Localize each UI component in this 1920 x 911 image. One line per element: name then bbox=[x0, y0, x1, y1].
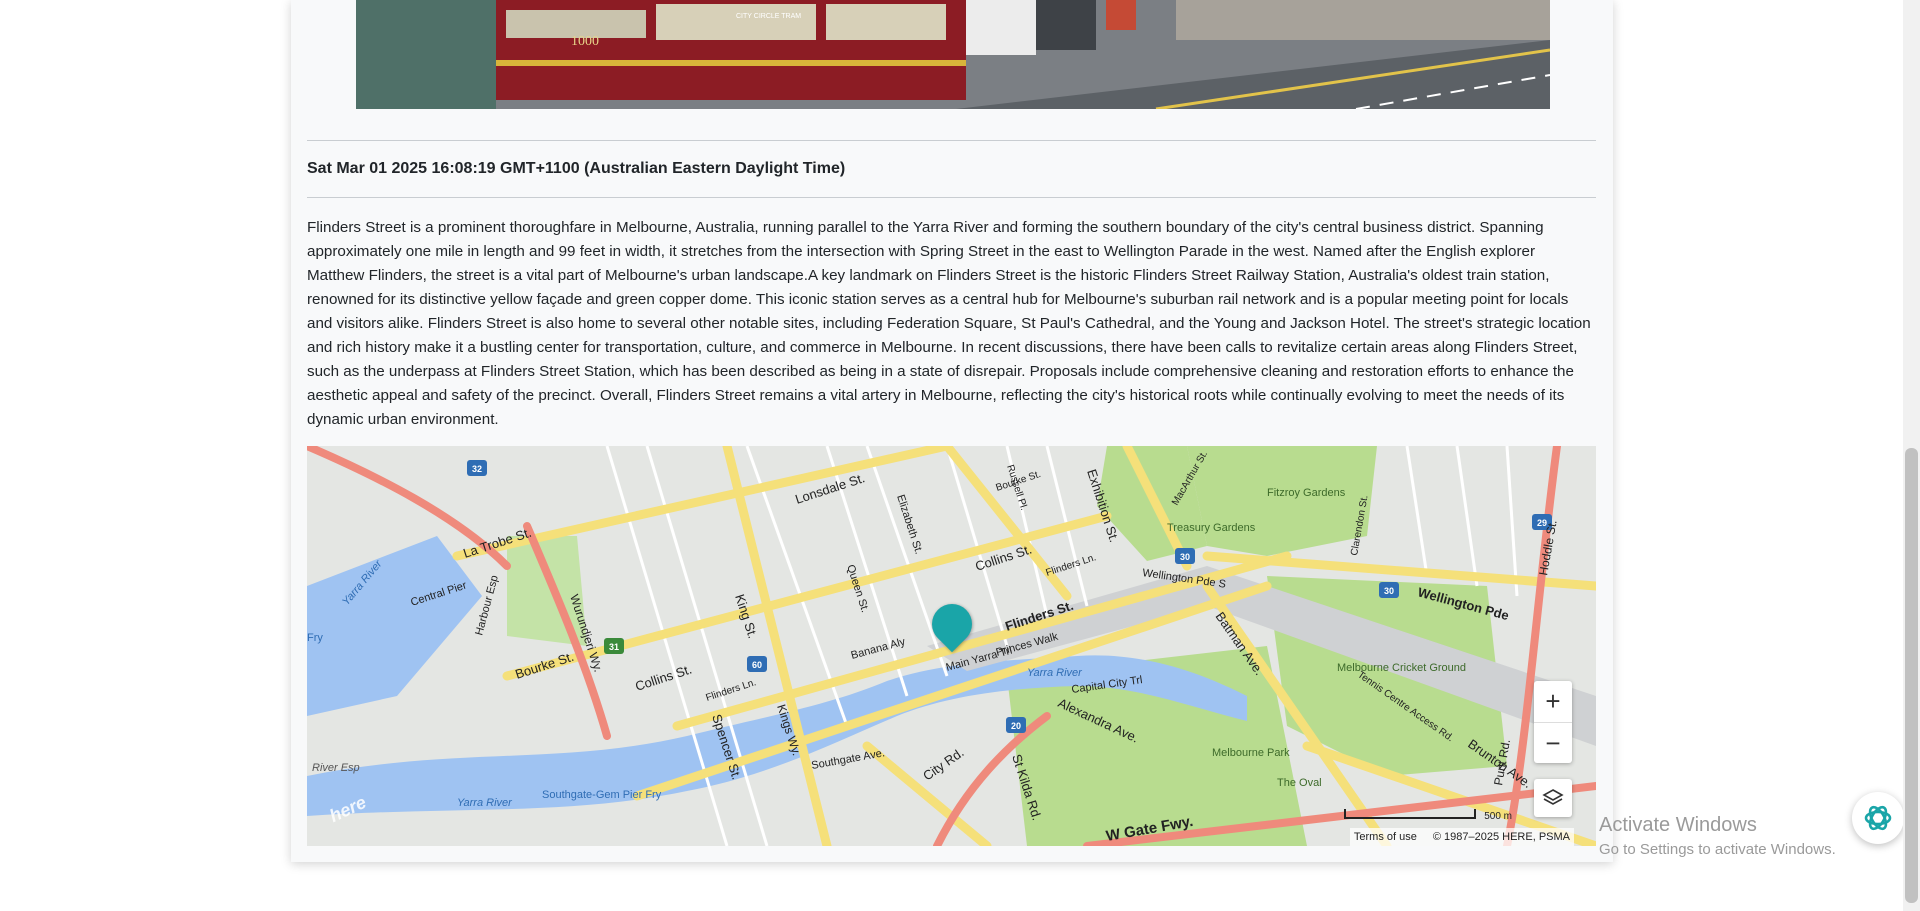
watermark-subtitle: Go to Settings to activate Windows. bbox=[1599, 841, 1836, 858]
svg-text:20: 20 bbox=[1011, 721, 1021, 731]
watermark-title: Activate Windows bbox=[1599, 814, 1757, 836]
terms-of-use-link[interactable]: Terms of use bbox=[1354, 831, 1417, 843]
content-card: 1000 CITY CIRCLE TRAM Sat Mar 01 2025 16… bbox=[291, 0, 1613, 862]
svg-text:Fitzroy Gardens: Fitzroy Gardens bbox=[1267, 487, 1346, 499]
layers-icon bbox=[1542, 789, 1564, 805]
svg-text:The Oval: The Oval bbox=[1277, 777, 1322, 789]
activate-windows-watermark: Activate Windows Go to Settings to activ… bbox=[1599, 814, 1836, 858]
label-fry: Fry bbox=[307, 632, 323, 644]
fitzroy-gardens-area bbox=[1187, 446, 1377, 556]
assistant-button[interactable] bbox=[1852, 792, 1904, 844]
map-attribution: Terms of use © 1987–2025 HERE, PSMA bbox=[1349, 828, 1574, 846]
docklands-park bbox=[507, 536, 587, 646]
zoom-out-button[interactable]: − bbox=[1534, 722, 1572, 764]
copyright-text: © 1987–2025 HERE, PSMA bbox=[1432, 831, 1570, 843]
scrollbar-thumb[interactable] bbox=[1905, 448, 1918, 903]
street-photo: 1000 CITY CIRCLE TRAM bbox=[356, 0, 1550, 109]
svg-text:River Esp: River Esp bbox=[312, 762, 360, 774]
scale-label: 500 m bbox=[1484, 811, 1512, 822]
svg-text:Melbourne Cricket Ground: Melbourne Cricket Ground bbox=[1337, 662, 1466, 674]
scale-bar bbox=[1344, 809, 1476, 819]
svg-text:32: 32 bbox=[472, 464, 482, 474]
svg-text:Treasury Gardens: Treasury Gardens bbox=[1167, 522, 1256, 534]
zoom-control: + − bbox=[1534, 681, 1572, 763]
svg-text:30: 30 bbox=[1384, 586, 1394, 596]
map-view[interactable]: 32 31 60 30 30 29 20 Lonsdale St. La Tro… bbox=[307, 446, 1596, 846]
tram-photo-image: 1000 CITY CIRCLE TRAM bbox=[356, 0, 1550, 109]
svg-text:Yarra River: Yarra River bbox=[1027, 667, 1083, 679]
layers-button[interactable] bbox=[1534, 779, 1572, 817]
svg-text:Southgate-Gem Pier Fry: Southgate-Gem Pier Fry bbox=[542, 789, 662, 801]
divider-bottom bbox=[307, 197, 1596, 198]
divider-top bbox=[307, 140, 1596, 141]
svg-text:30: 30 bbox=[1180, 552, 1190, 562]
tram-number: 1000 bbox=[571, 34, 599, 49]
svg-text:Yarra River: Yarra River bbox=[457, 797, 513, 809]
svg-text:60: 60 bbox=[752, 660, 762, 670]
svg-text:Melbourne Park: Melbourne Park bbox=[1212, 747, 1290, 759]
tram-sign: CITY CIRCLE TRAM bbox=[736, 13, 801, 20]
zoom-in-button[interactable]: + bbox=[1534, 681, 1572, 722]
timestamp-heading: Sat Mar 01 2025 16:08:19 GMT+1100 (Austr… bbox=[307, 160, 846, 177]
svg-text:31: 31 bbox=[609, 642, 619, 652]
assistant-logo-icon bbox=[1864, 805, 1892, 831]
street-description: Flinders Street is a prominent thoroughf… bbox=[307, 219, 1591, 428]
